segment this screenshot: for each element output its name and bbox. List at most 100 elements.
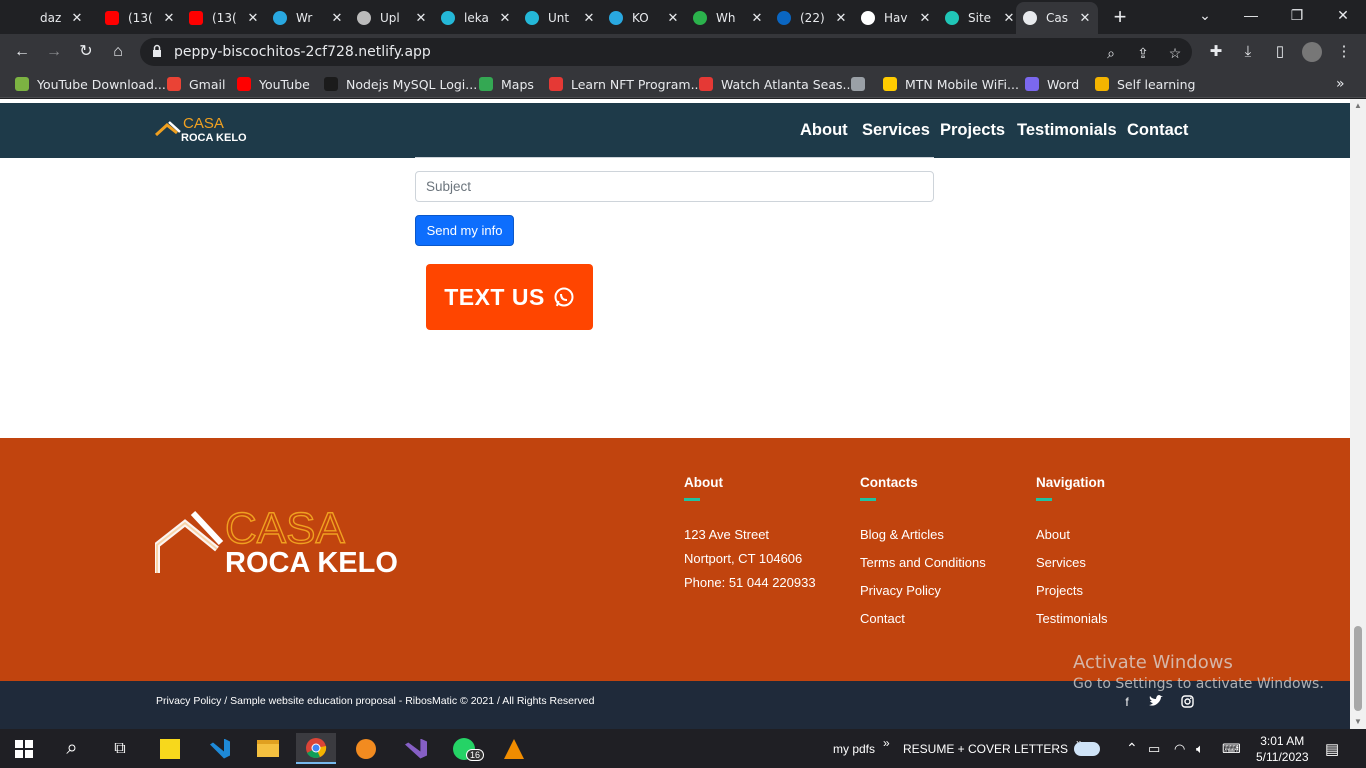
bookmark-9[interactable]: Word (1024, 75, 1079, 93)
tab-8[interactable]: Wh ✕ (686, 4, 770, 32)
subject-input[interactable] (416, 172, 933, 201)
back-button[interactable]: ← (10, 40, 34, 64)
new-tab-button[interactable]: + (1110, 6, 1130, 28)
close-tab-icon[interactable]: ✕ (330, 11, 344, 26)
nav-link-testimonials[interactable]: Testimonials (1017, 121, 1117, 140)
casa-roca-kelo-logo[interactable]: CASA ROCA KELO (155, 113, 255, 145)
text-us-button[interactable]: TEXT US (426, 264, 593, 330)
start-button[interactable] (4, 733, 44, 764)
more-bookmarks-icon[interactable]: » (1336, 75, 1345, 93)
share-icon[interactable]: ⇪ (1134, 44, 1152, 62)
show-hidden-icons[interactable]: ⌃ (1126, 729, 1138, 768)
footer-nav-projects[interactable]: Projects (1036, 583, 1108, 611)
close-tab-icon[interactable]: ✕ (918, 11, 932, 26)
close-tab-icon[interactable]: ✕ (582, 11, 596, 26)
instagram-icon[interactable] (1180, 695, 1194, 709)
bookmark-10[interactable]: Self learning (1094, 75, 1195, 93)
footer-nav-testimonials[interactable]: Testimonials (1036, 611, 1108, 639)
bookmark-5[interactable]: Learn NFT Program... (548, 75, 703, 93)
nav-link-about[interactable]: About (800, 121, 848, 140)
profile-avatar[interactable] (1302, 42, 1322, 62)
sticky-notes-icon[interactable] (150, 733, 190, 764)
close-tab-icon[interactable]: ✕ (666, 11, 680, 26)
send-my-info-button[interactable]: Send my info (415, 215, 514, 246)
menu-icon[interactable]: ⋮ (1334, 42, 1354, 62)
clock[interactable]: 3:01 AM 5/11/2023 (1256, 729, 1309, 768)
tab-11[interactable]: Site ✕ (938, 4, 1022, 32)
task-view-icon[interactable]: ⧉ (100, 733, 140, 764)
battery-icon[interactable]: ▭ (1148, 729, 1160, 768)
tab-6[interactable]: Unt ✕ (518, 4, 602, 32)
scroll-up-arrow-icon[interactable]: ▲ (1354, 101, 1362, 110)
vscode-icon[interactable] (200, 733, 240, 764)
close-tab-icon[interactable]: ✕ (246, 11, 260, 26)
forward-button[interactable]: → (42, 40, 66, 64)
close-tab-icon[interactable]: ✕ (834, 11, 848, 26)
tab-0[interactable]: daz ✕ (34, 4, 90, 32)
tab-2[interactable]: (13(✕ (182, 4, 266, 32)
tab-4[interactable]: Upl ✕ (350, 4, 434, 32)
volume-icon[interactable]: 🔈︎ (1196, 729, 1204, 768)
tab-10[interactable]: Hav ✕ (854, 4, 938, 32)
side-panel-icon[interactable]: ▯ (1270, 42, 1290, 62)
scroll-down-arrow-icon[interactable]: ▼ (1354, 717, 1362, 726)
bookmark-8[interactable]: MTN Mobile WiFi... (882, 75, 1019, 93)
subject-field[interactable] (415, 171, 934, 202)
vlc-icon[interactable] (494, 733, 534, 764)
close-tab-icon[interactable]: ✕ (498, 11, 512, 26)
maximize-button[interactable]: ❐ (1274, 0, 1320, 32)
tray-folder-resume[interactable]: RESUME + COVER LETTERS» (903, 729, 1083, 768)
home-button[interactable]: ⌂ (106, 40, 130, 64)
whatsapp-taskbar-icon[interactable]: 16 (444, 733, 485, 764)
fl-studio-icon[interactable] (346, 733, 386, 764)
wifi-icon[interactable]: ◠ (1174, 729, 1185, 768)
close-tab-icon[interactable]: ✕ (70, 11, 84, 26)
tab-3[interactable]: Wr ✕ (266, 4, 350, 32)
downloads-icon[interactable]: ⤓ (1238, 42, 1258, 62)
nav-link-services[interactable]: Services (862, 121, 930, 140)
close-tab-icon[interactable]: ✕ (1002, 11, 1016, 26)
scrollbar-thumb[interactable] (1354, 626, 1362, 711)
footer-link-blog[interactable]: Blog & Articles (860, 527, 986, 555)
footer-link-terms[interactable]: Terms and Conditions (860, 555, 986, 583)
footer-nav-about[interactable]: About (1036, 527, 1108, 555)
close-tab-icon[interactable]: ✕ (1078, 11, 1092, 26)
page-scrollbar[interactable]: ▲ ▼ (1350, 99, 1366, 729)
footer-link-contact[interactable]: Contact (860, 611, 986, 639)
bookmark-1[interactable]: Gmail (166, 75, 225, 93)
chrome-taskbar-icon[interactable] (296, 733, 336, 764)
reload-button[interactable]: ↻ (74, 40, 98, 64)
twitter-icon[interactable] (1149, 695, 1163, 709)
extensions-icon[interactable]: ✚ (1206, 42, 1226, 62)
tray-folder-my-pdfs[interactable]: my pdfs» (833, 729, 890, 768)
tab-7[interactable]: KO ✕ (602, 4, 686, 32)
footer-link-privacy[interactable]: Privacy Policy (860, 583, 986, 611)
bookmark-4[interactable]: Maps (478, 75, 534, 93)
tab-5[interactable]: leka ✕ (434, 4, 518, 32)
nav-link-contact[interactable]: Contact (1127, 121, 1188, 140)
bookmark-6[interactable]: Watch Atlanta Seas... (698, 75, 854, 93)
tab-9[interactable]: (22) ✕ (770, 4, 854, 32)
minimize-button[interactable]: — (1228, 0, 1274, 32)
nav-link-projects[interactable]: Projects (940, 121, 1005, 140)
tab-search-icon[interactable]: ⌄ (1182, 0, 1228, 32)
bookmark-7[interactable] (850, 75, 873, 93)
zoom-icon[interactable]: ⌕ (1102, 44, 1120, 62)
visual-studio-icon[interactable] (396, 733, 436, 764)
notifications-icon[interactable]: ▤ (1325, 729, 1339, 768)
close-tab-icon[interactable]: ✕ (750, 11, 764, 26)
tab-1[interactable]: (13(✕ (98, 4, 182, 32)
bookmark-star-icon[interactable]: ☆ (1166, 44, 1184, 62)
footer-nav-services[interactable]: Services (1036, 555, 1108, 583)
bookmark-3[interactable]: Nodejs MySQL Logi... (323, 75, 477, 93)
tab-12[interactable]: Cas ✕ (1016, 2, 1098, 34)
weather-icon[interactable] (1074, 729, 1100, 768)
facebook-icon[interactable]: f (1120, 695, 1134, 709)
close-tab-icon[interactable]: ✕ (414, 11, 428, 26)
keyboard-icon[interactable]: ⌨ (1222, 729, 1241, 768)
bookmark-0[interactable]: YouTube Download... (14, 75, 166, 93)
bookmark-2[interactable]: YouTube (236, 75, 310, 93)
address-bar[interactable]: peppy-biscochitos-2cf728.netlify.app ⌕ ⇪… (140, 38, 1192, 66)
search-icon[interactable]: ⌕ (52, 733, 92, 764)
file-explorer-icon[interactable] (248, 733, 288, 764)
